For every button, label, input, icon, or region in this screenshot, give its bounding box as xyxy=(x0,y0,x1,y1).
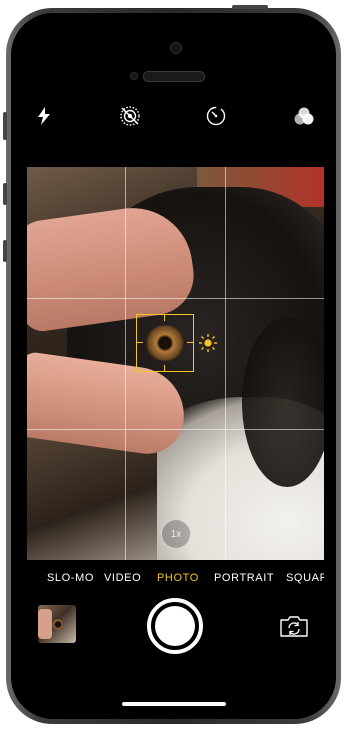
mode-square[interactable]: SQUARE xyxy=(286,572,324,584)
grid-line-horizontal-1 xyxy=(27,298,324,299)
mode-slo-mo[interactable]: SLO-MO xyxy=(47,572,94,584)
filters-icon[interactable] xyxy=(292,104,316,128)
home-indicator[interactable] xyxy=(122,702,226,706)
mode-photo[interactable]: PHOTO xyxy=(157,572,199,584)
grid-line-horizontal-2 xyxy=(27,429,324,430)
mode-video[interactable]: VIDEO xyxy=(104,572,141,584)
volume-down-button xyxy=(3,240,7,262)
sun-icon[interactable] xyxy=(198,333,218,353)
shutter-inner xyxy=(155,606,195,646)
mode-portrait[interactable]: PORTRAIT xyxy=(214,572,274,584)
power-button xyxy=(232,5,268,9)
volume-up-button xyxy=(3,183,7,205)
timer-icon[interactable] xyxy=(204,104,228,128)
shutter-button[interactable] xyxy=(147,598,203,654)
thumbnail-eye xyxy=(52,619,64,630)
live-photo-off-icon[interactable] xyxy=(118,104,142,128)
camera-viewfinder[interactable]: 1x xyxy=(27,167,324,560)
camera-mode-selector[interactable]: SLO-MO VIDEO PHOTO PORTRAIT SQUARE xyxy=(0,572,347,590)
grid-line-vertical-2 xyxy=(225,167,226,560)
mute-switch xyxy=(3,112,7,140)
zoom-button[interactable]: 1x xyxy=(161,519,191,549)
thumbnail-hand xyxy=(38,609,52,639)
camera-flip-icon[interactable] xyxy=(278,614,310,638)
last-photo-thumbnail[interactable] xyxy=(38,605,76,643)
dog-ear xyxy=(242,317,324,487)
front-camera xyxy=(170,42,182,54)
grid-line-vertical-1 xyxy=(125,167,126,560)
earpiece-speaker xyxy=(143,71,205,82)
focus-square xyxy=(136,314,194,372)
flash-icon[interactable] xyxy=(32,104,56,128)
proximity-sensor xyxy=(130,72,138,80)
